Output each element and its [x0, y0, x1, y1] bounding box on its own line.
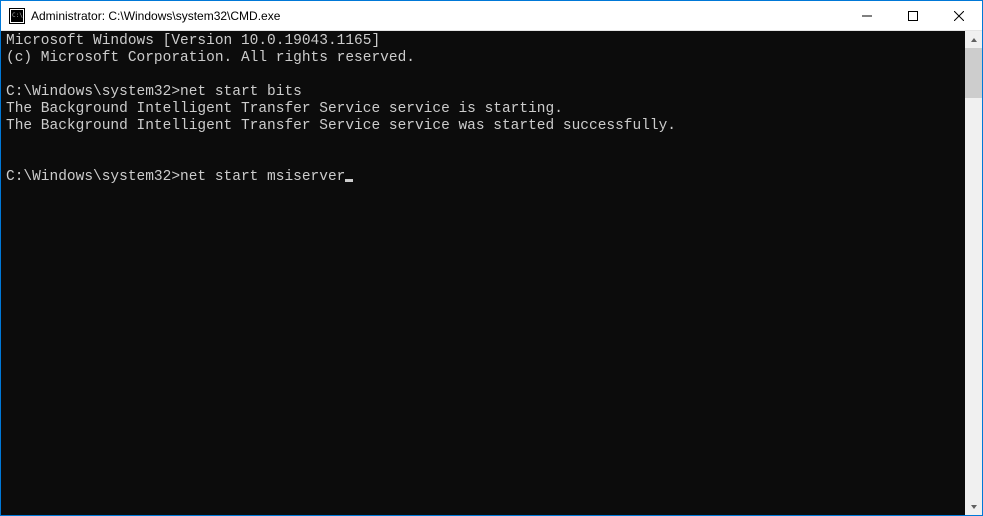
output-line: The Background Intelligent Transfer Serv… [6, 118, 676, 134]
cursor [345, 179, 353, 182]
copyright-line: (c) Microsoft Corporation. All rights re… [6, 50, 415, 66]
terminal-output[interactable]: Microsoft Windows [Version 10.0.19043.11… [1, 31, 965, 515]
version-line: Microsoft Windows [Version 10.0.19043.11… [6, 33, 380, 49]
maximize-button[interactable] [890, 1, 936, 30]
command-text: net start msiserver [180, 169, 345, 185]
scrollbar-thumb[interactable] [965, 48, 982, 98]
minimize-button[interactable] [844, 1, 890, 30]
terminal-area: Microsoft Windows [Version 10.0.19043.11… [1, 31, 982, 515]
scrollbar-down-arrow[interactable] [965, 498, 982, 515]
window-controls [844, 1, 982, 30]
output-line: The Background Intelligent Transfer Serv… [6, 101, 563, 117]
scrollbar-up-arrow[interactable] [965, 31, 982, 48]
titlebar[interactable]: C:\ Administrator: C:\Windows\system32\C… [1, 1, 982, 31]
vertical-scrollbar[interactable] [965, 31, 982, 515]
close-button[interactable] [936, 1, 982, 30]
cmd-icon: C:\ [9, 8, 25, 24]
prompt: C:\Windows\system32> [6, 169, 180, 185]
prompt: C:\Windows\system32> [6, 84, 180, 100]
command-text: net start bits [180, 84, 302, 100]
window-title: Administrator: C:\Windows\system32\CMD.e… [31, 9, 844, 23]
svg-text:C:\: C:\ [12, 12, 23, 19]
scrollbar-track[interactable] [965, 48, 982, 498]
cmd-window: C:\ Administrator: C:\Windows\system32\C… [1, 1, 982, 515]
